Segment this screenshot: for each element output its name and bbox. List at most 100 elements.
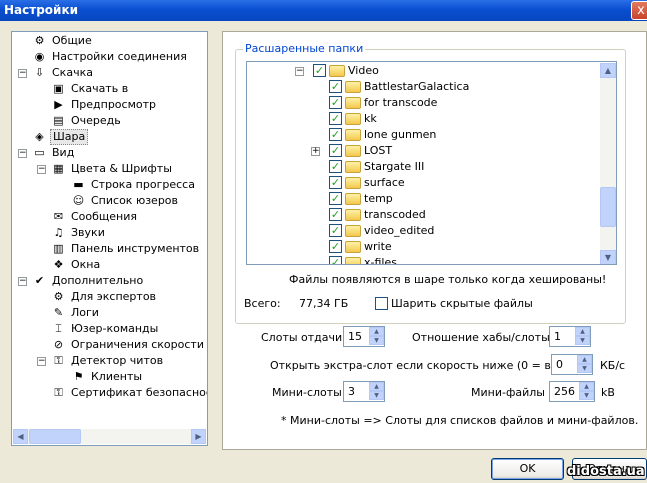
- folder-label[interactable]: video_edited: [364, 223, 434, 239]
- folders-vertical-scrollbar[interactable]: ▲ ▼: [600, 63, 616, 264]
- folder-label[interactable]: surface: [364, 175, 405, 191]
- spin-down-icon[interactable]: ▼: [579, 391, 594, 400]
- tree-item-label: Вид: [52, 146, 75, 159]
- spin-up-icon[interactable]: ▲: [579, 382, 594, 391]
- spin-down-icon[interactable]: ▼: [575, 336, 590, 345]
- scroll-down-icon[interactable]: ▼: [600, 250, 616, 264]
- tree-item-label: Сертификат безопасности: [71, 386, 207, 399]
- share-icon: ◈: [35, 130, 44, 143]
- user-icon: ☺: [72, 194, 85, 207]
- folder-checkbox[interactable]: ✓: [329, 128, 342, 141]
- speed-limit-icon: ⊘: [53, 338, 64, 351]
- folder-icon: [345, 193, 361, 205]
- share-hidden-checkbox[interactable]: [375, 297, 388, 310]
- folder-checkbox[interactable]: ✓: [329, 96, 342, 109]
- folder-download-icon: ▣: [53, 82, 64, 95]
- tree-expander[interactable]: −: [18, 149, 27, 158]
- mini-slots-label: Мини-слоты: [272, 386, 342, 399]
- folder-checkbox[interactable]: ✓: [329, 112, 342, 125]
- tree-item-label: Детектор читов: [71, 354, 164, 367]
- windows-icon: ❖: [53, 258, 64, 271]
- folder-checkbox[interactable]: ✓: [329, 240, 342, 253]
- tree-item-label: Скачать в: [71, 82, 129, 95]
- upload-slots-value: 15: [348, 330, 362, 343]
- tree-item-label: Ограничения скорости: [71, 338, 204, 351]
- tree-item-label: Скачка: [52, 66, 93, 79]
- tree-expander[interactable]: −: [18, 69, 27, 78]
- check-icon: ✔: [34, 274, 45, 287]
- total-label: Всего:: [244, 297, 281, 310]
- lock-icon: ⚿: [54, 354, 63, 367]
- folder-label[interactable]: Stargate III: [364, 159, 424, 175]
- folder-label[interactable]: temp: [364, 191, 393, 207]
- folders-scroll-thumb[interactable]: [600, 187, 616, 227]
- share-hidden-label[interactable]: Шарить скрытые файлы: [391, 297, 533, 310]
- spin-up-icon[interactable]: ▲: [575, 327, 590, 336]
- folder-expander[interactable]: −: [295, 67, 304, 76]
- folder-checkbox[interactable]: ✓: [329, 144, 342, 157]
- folder-label[interactable]: transcoded: [364, 207, 426, 223]
- mini-files-spinner[interactable]: 256 ▲ ▼: [549, 381, 595, 402]
- ok-button[interactable]: OK: [491, 458, 564, 480]
- expert-gear-icon: ⚙: [53, 290, 64, 303]
- folder-icon: [345, 257, 361, 264]
- extra-slot-label: Открыть экстра-слот если скорость ниже (…: [270, 359, 578, 372]
- mini-files-unit: kB: [601, 386, 615, 399]
- window-title: Настройки: [4, 3, 79, 17]
- spin-up-icon[interactable]: ▲: [369, 382, 384, 391]
- folder-label[interactable]: BattlestarGalactica: [364, 79, 469, 95]
- globe-icon: ◉: [34, 50, 45, 63]
- shared-folders-tree: ▲ ▼ − ✓ Video ✓ BattlestarGalactica ✓ for tran…: [246, 61, 617, 265]
- folder-checkbox[interactable]: ✓: [329, 160, 342, 173]
- total-value: 77,34 ГБ: [299, 297, 349, 310]
- folder-checkbox[interactable]: ✓: [329, 208, 342, 221]
- mini-slots-spinner[interactable]: 3 ▲ ▼: [343, 381, 385, 402]
- folder-label[interactable]: write: [364, 239, 392, 255]
- spin-down-icon[interactable]: ▼: [577, 364, 592, 373]
- music-icon: ♫: [53, 226, 64, 239]
- scroll-right-icon[interactable]: ▶: [191, 429, 206, 444]
- upload-slots-spinner[interactable]: 15 ▲ ▼: [343, 326, 385, 347]
- tree-expander[interactable]: −: [37, 357, 46, 366]
- hub-slot-ratio-spinner[interactable]: 1 ▲ ▼: [549, 326, 591, 347]
- folder-label[interactable]: LOST: [364, 143, 392, 159]
- folder-checkbox[interactable]: ✓: [329, 176, 342, 189]
- tree-expander[interactable]: −: [18, 277, 27, 286]
- scroll-left-icon[interactable]: ◀: [13, 429, 28, 444]
- scroll-thumb[interactable]: [29, 429, 81, 444]
- folder-label[interactable]: for transcode: [364, 95, 437, 111]
- tree-item-label: Строка прогресса: [91, 178, 195, 191]
- tree-horizontal-scrollbar[interactable]: ◀ ▶: [13, 429, 206, 444]
- play-icon: ▶: [54, 98, 63, 111]
- palette-icon: ▦: [53, 162, 64, 175]
- spin-down-icon[interactable]: ▼: [369, 336, 384, 345]
- folder-expander[interactable]: +: [311, 147, 320, 156]
- folder-label[interactable]: x-files: [364, 255, 397, 264]
- tree-item-label: Клиенты: [91, 370, 143, 383]
- tree-item-label: Дополнительно: [52, 274, 144, 287]
- certificate-icon: ⚿: [54, 386, 63, 399]
- folder-checkbox[interactable]: ✓: [329, 256, 342, 264]
- folder-checkbox[interactable]: ✓: [313, 64, 326, 77]
- hub-slot-ratio-label: Отношение хабы/слоты: [412, 331, 550, 344]
- extra-slot-spinner[interactable]: 0 ▲ ▼: [551, 354, 593, 375]
- close-button[interactable]: x: [631, 1, 647, 20]
- spin-down-icon[interactable]: ▼: [369, 391, 384, 400]
- scroll-up-icon[interactable]: ▲: [600, 63, 616, 78]
- window-titlebar: Настройки: [0, 0, 647, 21]
- folder-icon: [345, 241, 361, 253]
- hash-notice: Файлы появляются в шаре только когда хеш…: [289, 273, 607, 286]
- folder-icon: [345, 161, 361, 173]
- tree-item-label: Цвета & Шрифты: [71, 162, 172, 175]
- tree-expander[interactable]: −: [37, 165, 46, 174]
- folder-label[interactable]: lone gunmen: [364, 127, 436, 143]
- spin-up-icon[interactable]: ▲: [369, 327, 384, 336]
- folder-label[interactable]: Video: [348, 63, 379, 79]
- settings-tree: ◀ ▶ ⚙ Общие ◉ Настройки соединения ⇩ Скачка − ▣…: [11, 31, 208, 446]
- folder-checkbox[interactable]: ✓: [329, 224, 342, 237]
- tree-item-label: Звуки: [71, 226, 105, 239]
- folder-checkbox[interactable]: ✓: [329, 80, 342, 93]
- folder-label[interactable]: kk: [364, 111, 377, 127]
- folder-checkbox[interactable]: ✓: [329, 192, 342, 205]
- spin-up-icon[interactable]: ▲: [577, 355, 592, 364]
